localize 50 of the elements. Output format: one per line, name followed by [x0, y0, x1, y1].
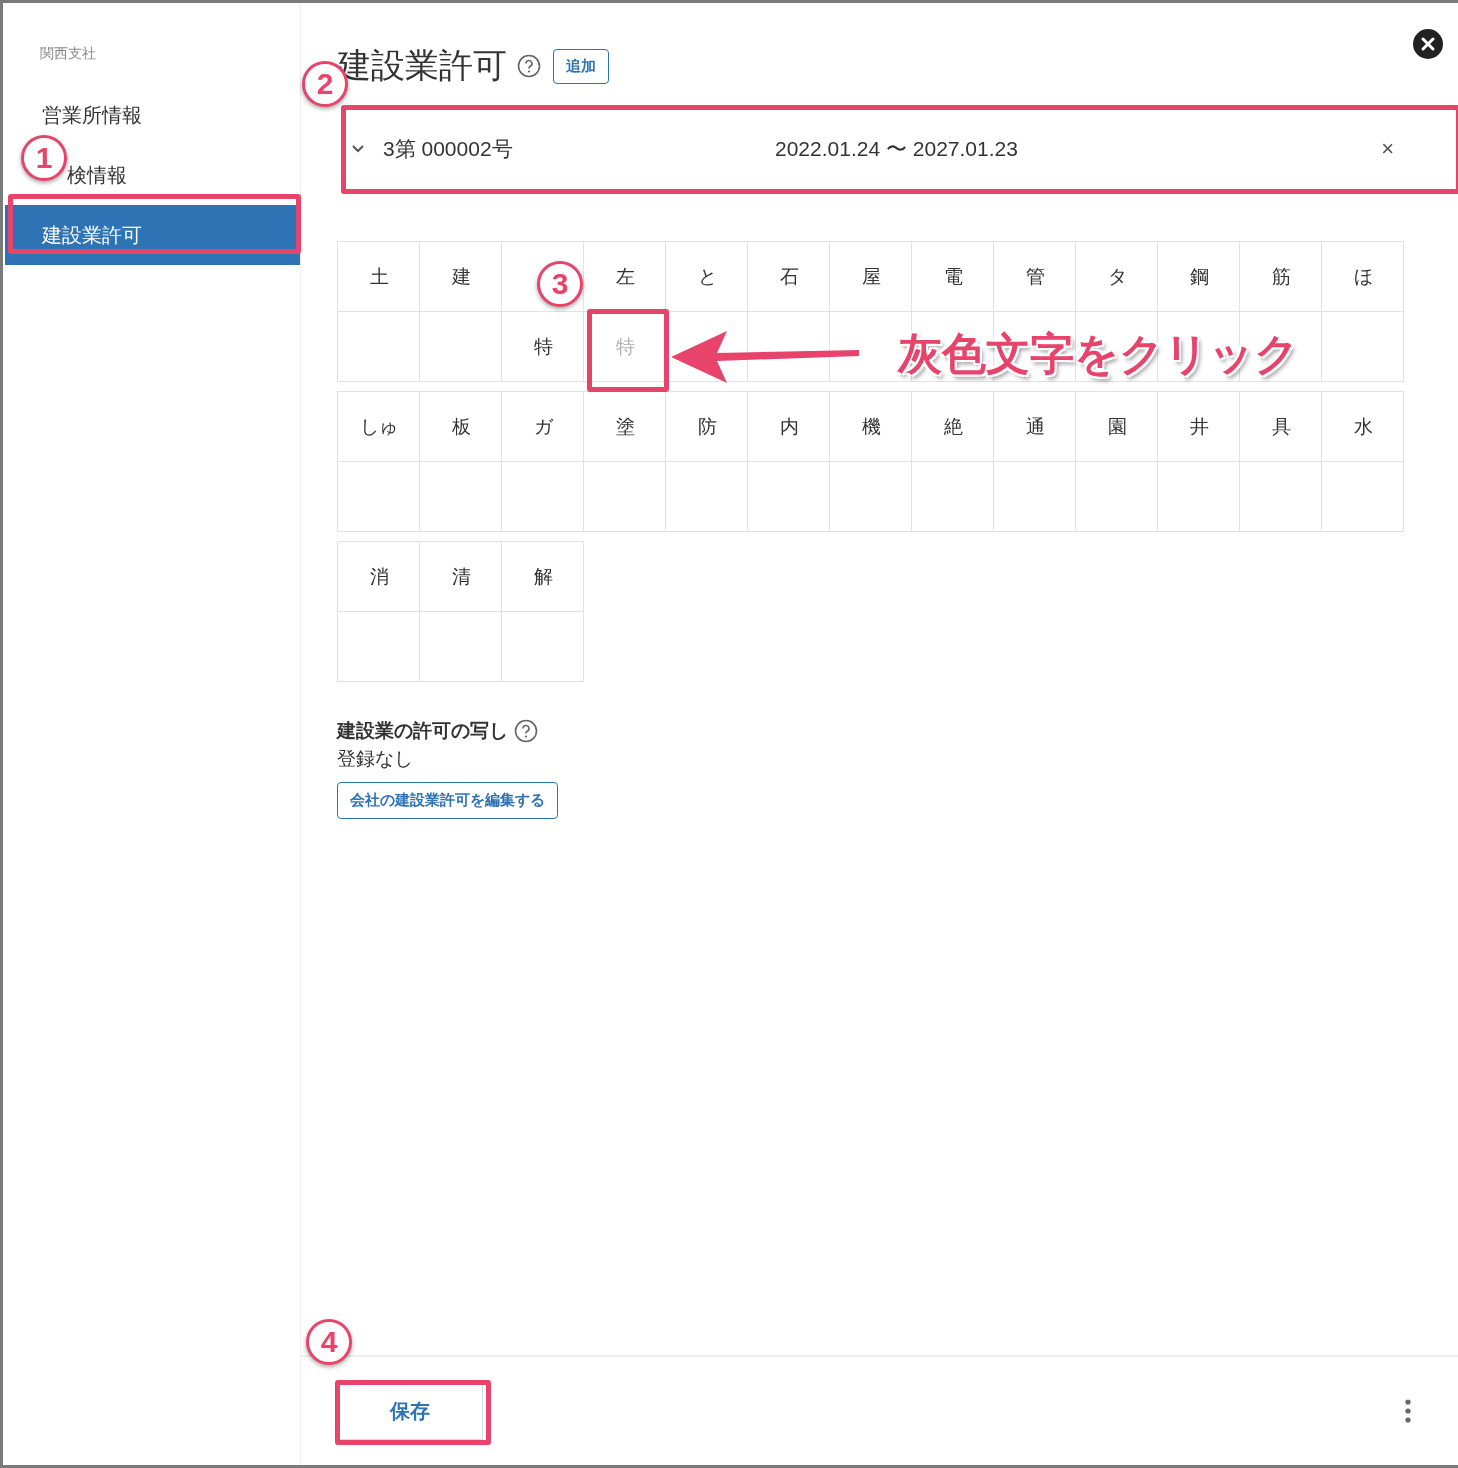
- trade-label: しゅ: [360, 415, 398, 439]
- step-marker: 1: [21, 135, 67, 181]
- trade-label: 清: [451, 565, 471, 589]
- trade-label: 電: [943, 265, 963, 289]
- trade-label: 屋: [861, 265, 881, 289]
- trade-label: 具: [1271, 415, 1291, 439]
- section-title: 建設業の許可の写し: [337, 719, 508, 743]
- trade-label: タ: [1107, 265, 1127, 289]
- close-icon[interactable]: [1412, 28, 1444, 60]
- step-marker: 4: [306, 1319, 352, 1365]
- save-button[interactable]: 保存: [337, 1382, 483, 1440]
- trade-label: 防: [697, 415, 717, 439]
- trade-label: ガ: [533, 415, 553, 439]
- trade-label: 板: [451, 415, 471, 439]
- trade-label: 絶: [943, 415, 963, 439]
- add-button[interactable]: 追加: [553, 48, 609, 84]
- help-icon[interactable]: [517, 54, 541, 78]
- chevron-down-icon[interactable]: [351, 144, 365, 154]
- trade-label: 水: [1353, 415, 1373, 439]
- callout-text: 灰色文字をクリック: [898, 328, 1299, 380]
- more-icon[interactable]: [1404, 1399, 1412, 1423]
- help-icon[interactable]: [514, 719, 538, 743]
- permit-period: 2022.01.24 〜 2027.01.23: [775, 136, 1019, 162]
- trade-label: 園: [1107, 415, 1127, 439]
- trade-label: 鋼: [1189, 265, 1209, 289]
- trade-label: と: [697, 265, 717, 289]
- sidebar-item[interactable]: 検情報: [67, 164, 127, 186]
- step-marker: 3: [537, 261, 583, 307]
- trade-label: 土: [369, 265, 389, 289]
- remove-button[interactable]: ×: [1377, 136, 1398, 162]
- trade-label: 解: [533, 565, 553, 589]
- sidebar-item[interactable]: 営業所情報: [42, 104, 142, 126]
- trade-label: 石: [779, 265, 799, 289]
- trade-label: 内: [779, 415, 799, 439]
- trade-label: 消: [369, 565, 389, 589]
- trade-label: 筋: [1271, 265, 1291, 289]
- trade-label: 左: [615, 265, 635, 289]
- license-type[interactable]: 特: [533, 334, 553, 360]
- permit-number: 3第 000002号: [383, 136, 514, 162]
- trade-label: 建: [451, 265, 471, 289]
- trade-label: 井: [1189, 415, 1209, 439]
- trade-label: ほ: [1353, 265, 1373, 289]
- edit-button[interactable]: 会社の建設業許可を編集する: [337, 782, 558, 819]
- trade-label: 機: [861, 415, 881, 439]
- permit-row[interactable]: 3第 000002号 2022.01.24 〜 2027.01.23 ×: [337, 107, 1458, 191]
- trade-label: 塗: [615, 415, 635, 439]
- section-value: 登録なし: [337, 747, 414, 771]
- trade-label: 通: [1025, 415, 1045, 439]
- branch-name: 関西支社: [39, 45, 97, 63]
- trade-label: 管: [1025, 265, 1045, 289]
